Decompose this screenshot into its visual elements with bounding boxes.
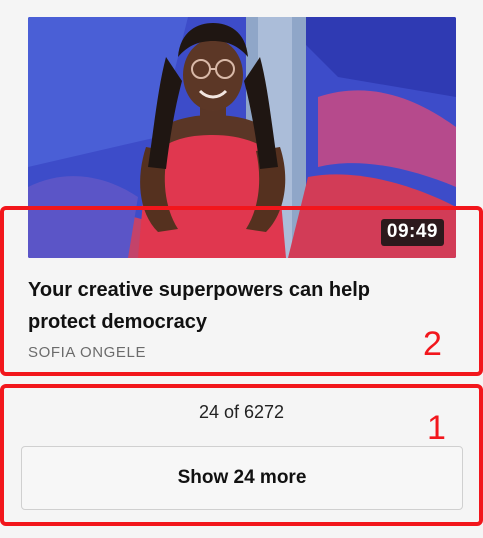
results-count: 24 of 6272: [198, 402, 285, 422]
duration-badge: 09:49: [380, 219, 444, 246]
video-thumbnail[interactable]: 09:49: [28, 17, 456, 258]
talk-card[interactable]: 09:49 Your creative superpowers can help…: [28, 17, 456, 361]
show-more-button[interactable]: Show 24 more: [21, 446, 463, 510]
talk-title[interactable]: Your creative superpowers can help prote…: [28, 274, 428, 338]
speaker-name: SOFIA ONGELE: [28, 344, 147, 361]
